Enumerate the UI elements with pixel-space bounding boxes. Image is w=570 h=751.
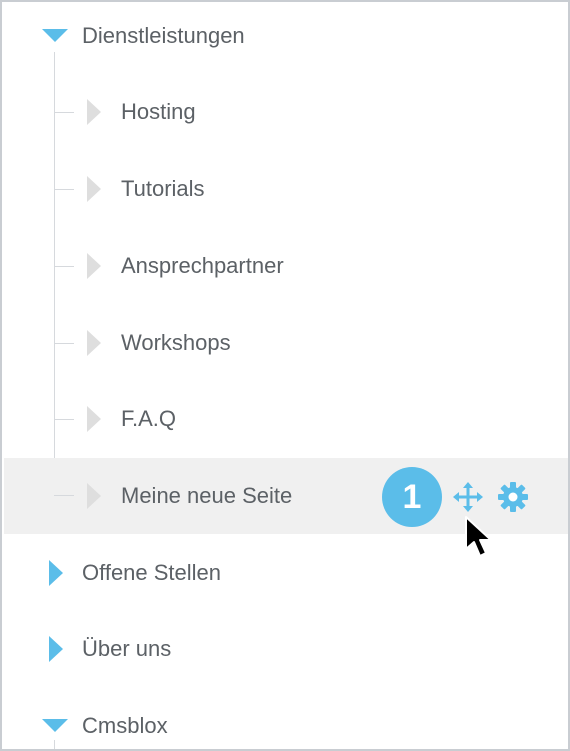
tree-item-ansprechpartner[interactable]: Ansprechpartner [4,228,568,304]
tree-item-label: F.A.Q [121,406,177,431]
caret-right-icon[interactable] [87,99,101,125]
tree-item-offene-stellen[interactable]: Offene Stellen [4,535,568,611]
caret-right-icon[interactable] [87,330,101,356]
tree-item-faq[interactable]: F.A.Q [4,381,568,457]
tree-item-cmsblox[interactable]: Cmsblox [4,688,568,749]
tree-item-label: Ansprechpartner [121,253,284,278]
tree-item-label: Meine neue Seite [121,483,293,508]
caret-right-icon[interactable] [87,253,101,279]
caret-right-icon[interactable] [49,636,63,662]
tree-item-workshops[interactable]: Workshops [4,305,568,381]
tree-item-label: Hosting [121,99,196,124]
move-arrows-icon[interactable] [453,482,483,512]
tree-item-dienstleistungen[interactable]: Dienstleistungen [4,2,568,74]
caret-right-icon[interactable] [49,560,63,586]
caret-down-icon[interactable] [42,719,68,732]
caret-right-icon[interactable] [87,406,101,432]
gear-icon[interactable] [497,481,529,513]
tree-item-label: Tutorials [121,176,205,201]
caret-right-icon[interactable] [87,176,101,202]
tree-item-label: Offene Stellen [82,560,222,585]
tree-item-hosting[interactable]: Hosting [4,74,568,150]
tree-item-label: Dienstleistungen [82,23,245,48]
tree-item-label: Über uns [82,636,172,661]
tree-guide-line [54,740,55,749]
caret-down-icon[interactable] [42,29,68,42]
tree-branch-line [54,495,74,496]
step-badge: 1 [382,467,442,527]
tree-item-label: Workshops [121,330,231,355]
tree-item-ueber-uns[interactable]: Über uns [4,611,568,687]
tree-item-tutorials[interactable]: Tutorials [4,151,568,227]
tree-item-label: Cmsblox [82,713,168,738]
page-tree-panel: Dienstleistungen Hosting Tutorials Anspr… [0,0,570,751]
caret-right-icon[interactable] [87,483,101,509]
